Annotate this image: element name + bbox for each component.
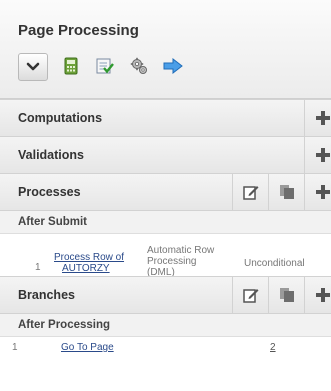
computation-button[interactable]: [58, 53, 84, 79]
collapse-button[interactable]: [18, 53, 48, 81]
plus-icon: [316, 111, 330, 125]
panel-header: Page Processing: [0, 0, 331, 99]
branch-button[interactable]: [160, 53, 186, 79]
plus-icon: [316, 185, 330, 199]
process-row-index: 1: [35, 262, 41, 273]
after-submit-group: After Submit: [0, 211, 331, 234]
process-type-line2: Processing: [147, 256, 197, 267]
process-type-line1: Automatic Row: [147, 245, 215, 256]
validation-button[interactable]: [92, 53, 118, 79]
checklist-icon: [96, 58, 114, 74]
add-computation-button[interactable]: [304, 100, 331, 136]
add-branch-button[interactable]: [304, 277, 331, 313]
process-row: 1 Process Row of AUTORZY Automatic Row P…: [0, 234, 331, 280]
branches-label: Branches: [18, 288, 75, 302]
chevron-down-icon: [26, 62, 40, 71]
processes-label: Processes: [18, 185, 81, 199]
copy-icon: [280, 185, 294, 199]
edit-icon: [243, 186, 259, 200]
after-processing-group: After Processing: [0, 314, 331, 337]
validations-section: Validations: [0, 136, 331, 174]
process-name-line2: AUTORZY: [62, 263, 110, 274]
process-button[interactable]: [126, 53, 152, 79]
add-process-button[interactable]: [304, 174, 331, 210]
branch-target-link[interactable]: 2: [270, 342, 276, 353]
gears-icon: [130, 57, 147, 74]
plus-icon: [316, 148, 330, 162]
branch-row-index: 1: [12, 342, 18, 353]
computations-section: Computations: [0, 99, 331, 137]
branch-name-link[interactable]: Go To Page: [61, 342, 114, 353]
after-submit-label: After Submit: [18, 216, 87, 228]
processes-section: Processes: [0, 173, 331, 211]
copy-processes-button[interactable]: [268, 174, 305, 210]
process-name-line1: Process Row of: [54, 252, 125, 263]
page-processing-panel: Page Processing Computations Validations…: [0, 0, 331, 391]
process-row-link[interactable]: Process Row of AUTORZY: [54, 252, 124, 274]
branch-row: 1 Go To Page 2: [0, 337, 331, 357]
edit-branches-button[interactable]: [232, 277, 269, 313]
computations-label: Computations: [18, 111, 103, 125]
branches-section: Branches: [0, 276, 331, 314]
validations-label: Validations: [18, 148, 84, 162]
calculator-icon: [64, 57, 78, 75]
edit-icon: [243, 289, 259, 303]
process-condition: Unconditional: [244, 258, 305, 269]
process-type: Automatic Row Processing (DML): [147, 245, 214, 278]
edit-processes-button[interactable]: [232, 174, 269, 210]
after-processing-label: After Processing: [18, 319, 111, 331]
add-validation-button[interactable]: [304, 137, 331, 173]
panel-title: Page Processing: [18, 22, 139, 39]
copy-icon: [280, 288, 294, 302]
arrow-right-icon: [163, 58, 183, 74]
copy-branches-button[interactable]: [268, 277, 305, 313]
plus-icon: [316, 288, 330, 302]
